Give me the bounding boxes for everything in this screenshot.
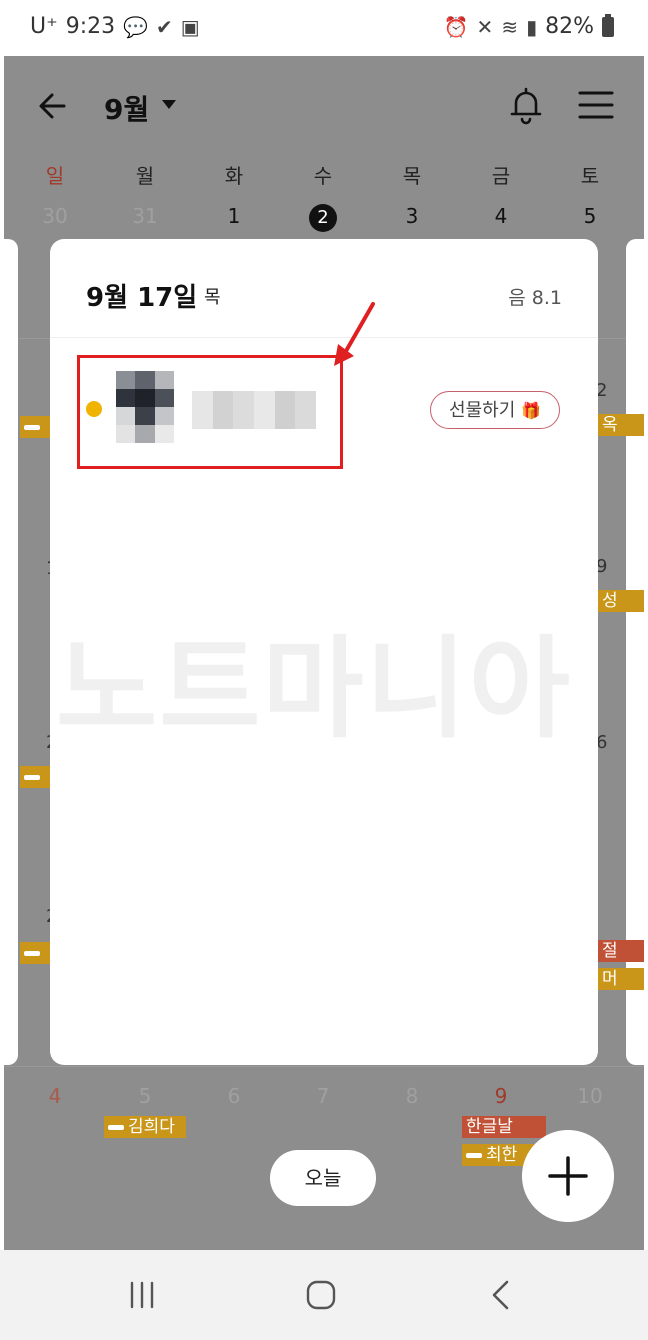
date-cell[interactable]: 5 <box>560 204 620 228</box>
weekday-wed: 수 <box>313 164 333 188</box>
event-bar[interactable] <box>20 416 54 438</box>
add-button[interactable] <box>522 1130 614 1222</box>
date-cell[interactable]: 1 <box>204 204 264 228</box>
card-date: 9월 17일 <box>86 283 198 313</box>
back-nav-icon[interactable] <box>486 1278 516 1312</box>
weekday-thu: 목 <box>402 164 422 188</box>
event-label: 김희다 <box>128 1117 175 1137</box>
battery-icon <box>602 13 614 37</box>
clock: 9:23 <box>65 14 116 39</box>
event-bar[interactable]: 성 <box>598 590 644 612</box>
image-notification-icon: ▣ <box>180 14 200 39</box>
event-bar[interactable] <box>20 766 54 788</box>
divider <box>50 337 598 338</box>
pointer-arrow-icon <box>334 302 375 366</box>
date-cell[interactable]: 5 <box>115 1084 175 1108</box>
month-selector[interactable]: 9월 <box>104 88 149 128</box>
alarm-icon: ⏰ <box>443 14 469 39</box>
date-cell[interactable]: 31 <box>115 204 175 228</box>
today-button[interactable]: 오늘 <box>270 1150 376 1206</box>
date-cell[interactable]: 3 <box>382 204 442 228</box>
recents-icon[interactable] <box>124 1280 160 1310</box>
date-cell[interactable]: 8 <box>382 1084 442 1108</box>
weekday-fri: 금 <box>491 164 511 188</box>
gift-button-label: 선물하기 <box>449 400 516 421</box>
lunar-date: 음 8.1 <box>508 287 562 309</box>
card-weekday: 목 <box>204 287 221 308</box>
date-cell[interactable]: 6 <box>204 1084 264 1108</box>
carrier-label: U⁺ <box>30 14 58 39</box>
bell-icon[interactable] <box>508 86 544 126</box>
weekday-mon: 월 <box>135 164 155 188</box>
date-cell[interactable]: 10 <box>560 1084 620 1108</box>
status-bar: U⁺ 9:23 💬 ✔ ▣ ⏰ ✕ ≋ ▮ 82% <box>0 0 648 56</box>
wifi-icon: ≋ <box>501 14 519 39</box>
weekday-sat: 토 <box>580 164 600 188</box>
event-bar[interactable] <box>20 942 54 964</box>
highlight-box <box>77 355 343 469</box>
holiday-bar[interactable]: 한글날 <box>462 1116 546 1138</box>
prev-day-card[interactable] <box>4 239 18 1065</box>
mute-icon: ✕ <box>476 14 494 39</box>
battery-percent: 82% <box>545 14 594 39</box>
event-bar[interactable]: 절 <box>598 940 644 962</box>
app-notification-icon: ✔ <box>156 14 173 39</box>
signal-icon: ▮ <box>526 14 538 39</box>
event-bar[interactable]: 머 <box>598 968 644 990</box>
talk-notification-icon: 💬 <box>123 14 149 39</box>
today-date-cell[interactable]: 2 <box>293 204 353 232</box>
date-cell[interactable]: 30 <box>25 204 85 228</box>
caret-down-icon[interactable] <box>162 100 176 109</box>
system-nav-bar <box>0 1250 648 1340</box>
event-label: 최한 <box>486 1145 518 1165</box>
today-date-label: 2 <box>309 204 337 232</box>
date-cell[interactable]: 4 <box>471 204 531 228</box>
weekday-sun: 일 <box>45 164 65 188</box>
gift-button[interactable]: 선물하기 🎁 <box>430 391 560 429</box>
event-bar[interactable]: 김희다 <box>104 1116 186 1138</box>
gift-icon: 🎁 <box>521 401 541 420</box>
watermark: 노트마니아 <box>56 625 572 753</box>
date-cell[interactable]: 9 <box>471 1084 531 1108</box>
weekday-tue: 화 <box>224 164 244 188</box>
date-cell[interactable]: 7 <box>293 1084 353 1108</box>
menu-icon[interactable] <box>578 90 614 120</box>
home-icon[interactable] <box>304 1278 338 1312</box>
week-divider <box>4 1066 644 1067</box>
date-cell[interactable]: 4 <box>25 1084 85 1108</box>
back-arrow-icon[interactable] <box>34 86 74 126</box>
event-bar[interactable]: 옥 <box>598 414 644 436</box>
